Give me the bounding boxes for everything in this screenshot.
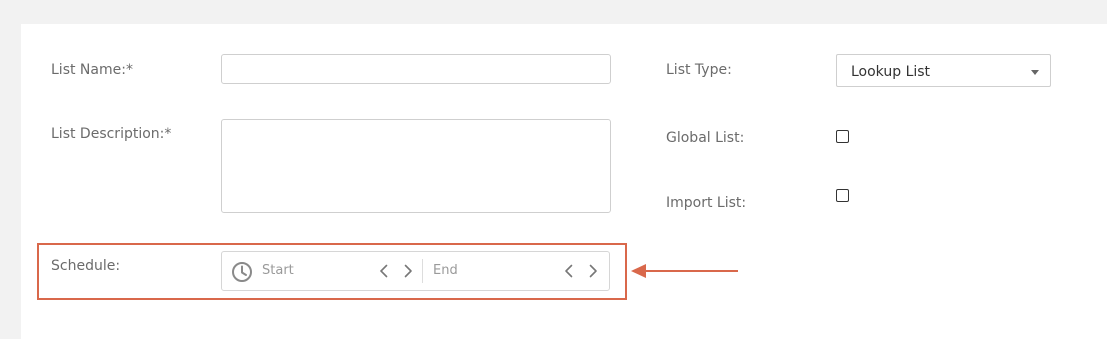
schedule-date-range-picker[interactable]: Start End <box>221 251 610 291</box>
list-name-label: List Name:* <box>51 62 133 78</box>
range-divider <box>422 259 423 283</box>
list-description-textarea[interactable] <box>221 119 611 213</box>
schedule-end-field[interactable]: End <box>433 263 458 279</box>
caret-down-icon <box>1031 70 1039 75</box>
schedule-label: Schedule: <box>51 258 121 274</box>
start-next-chevron-right-icon[interactable] <box>400 263 416 279</box>
annotation-arrow-left-icon <box>631 264 738 278</box>
list-name-input[interactable] <box>221 54 611 84</box>
list-type-selected-value: Lookup List <box>851 64 931 80</box>
start-previous-chevron-left-icon[interactable] <box>376 263 392 279</box>
list-type-label: List Type: <box>666 62 732 78</box>
import-list-label: Import List: <box>666 195 747 211</box>
end-next-chevron-right-icon[interactable] <box>585 263 601 279</box>
list-description-label: List Description:* <box>51 126 172 142</box>
global-list-label: Global List: <box>666 130 745 146</box>
end-previous-chevron-left-icon[interactable] <box>561 263 577 279</box>
global-list-checkbox[interactable] <box>836 130 849 143</box>
clock-icon <box>232 262 252 282</box>
list-type-select[interactable]: Lookup List <box>836 54 1051 87</box>
import-list-checkbox[interactable] <box>836 189 849 202</box>
schedule-start-field[interactable]: Start <box>262 263 294 279</box>
